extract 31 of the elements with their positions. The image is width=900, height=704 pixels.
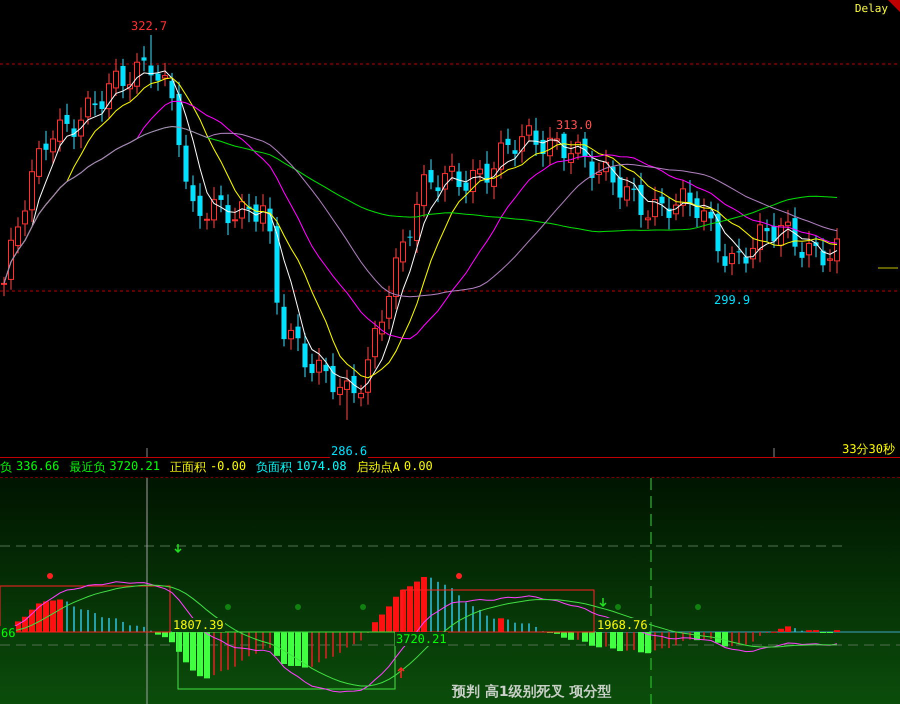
legend-label: 负 xyxy=(0,459,12,476)
trough-price-label: 299.9 xyxy=(713,293,752,307)
down-arrow-icon xyxy=(174,543,182,554)
value-label: 1807.39 xyxy=(172,618,225,632)
signal-dot xyxy=(295,604,301,610)
high-price-label: 322.7 xyxy=(130,19,168,33)
up-arrow-icon xyxy=(397,666,405,679)
legend-label: 最近负 xyxy=(69,459,106,476)
signal-dot xyxy=(456,573,462,579)
delay-label: Delay xyxy=(854,2,888,15)
timer-label: 33分30秒 xyxy=(841,442,896,456)
signal-dot xyxy=(695,604,701,610)
value-label: 3720.21 xyxy=(395,632,448,646)
legend-value: 1074.08 xyxy=(296,459,347,475)
signal-dot xyxy=(360,604,366,610)
peak-price-label: 313.0 xyxy=(555,118,594,132)
legend-value: 336.66 xyxy=(16,459,60,475)
legend-value: -0.00 xyxy=(210,459,246,475)
signal-text: 预判 高1级别死叉 项分型 xyxy=(452,683,612,701)
value-label: 66 xyxy=(0,626,16,640)
low-price-label: 286.6 xyxy=(330,444,368,458)
legend-label: 负面积 xyxy=(256,459,292,476)
legend-label: 正面积 xyxy=(170,459,206,476)
signal-dot xyxy=(615,604,621,610)
legend-value: 0.00 xyxy=(404,459,433,475)
legend-label: 启动点A xyxy=(356,459,400,476)
legend-value: 3720.21 xyxy=(109,459,160,475)
signal-dot xyxy=(47,573,53,579)
down-arrow-icon xyxy=(599,597,607,608)
signal-dot xyxy=(225,604,231,610)
value-label: 1968.76 xyxy=(596,618,649,632)
